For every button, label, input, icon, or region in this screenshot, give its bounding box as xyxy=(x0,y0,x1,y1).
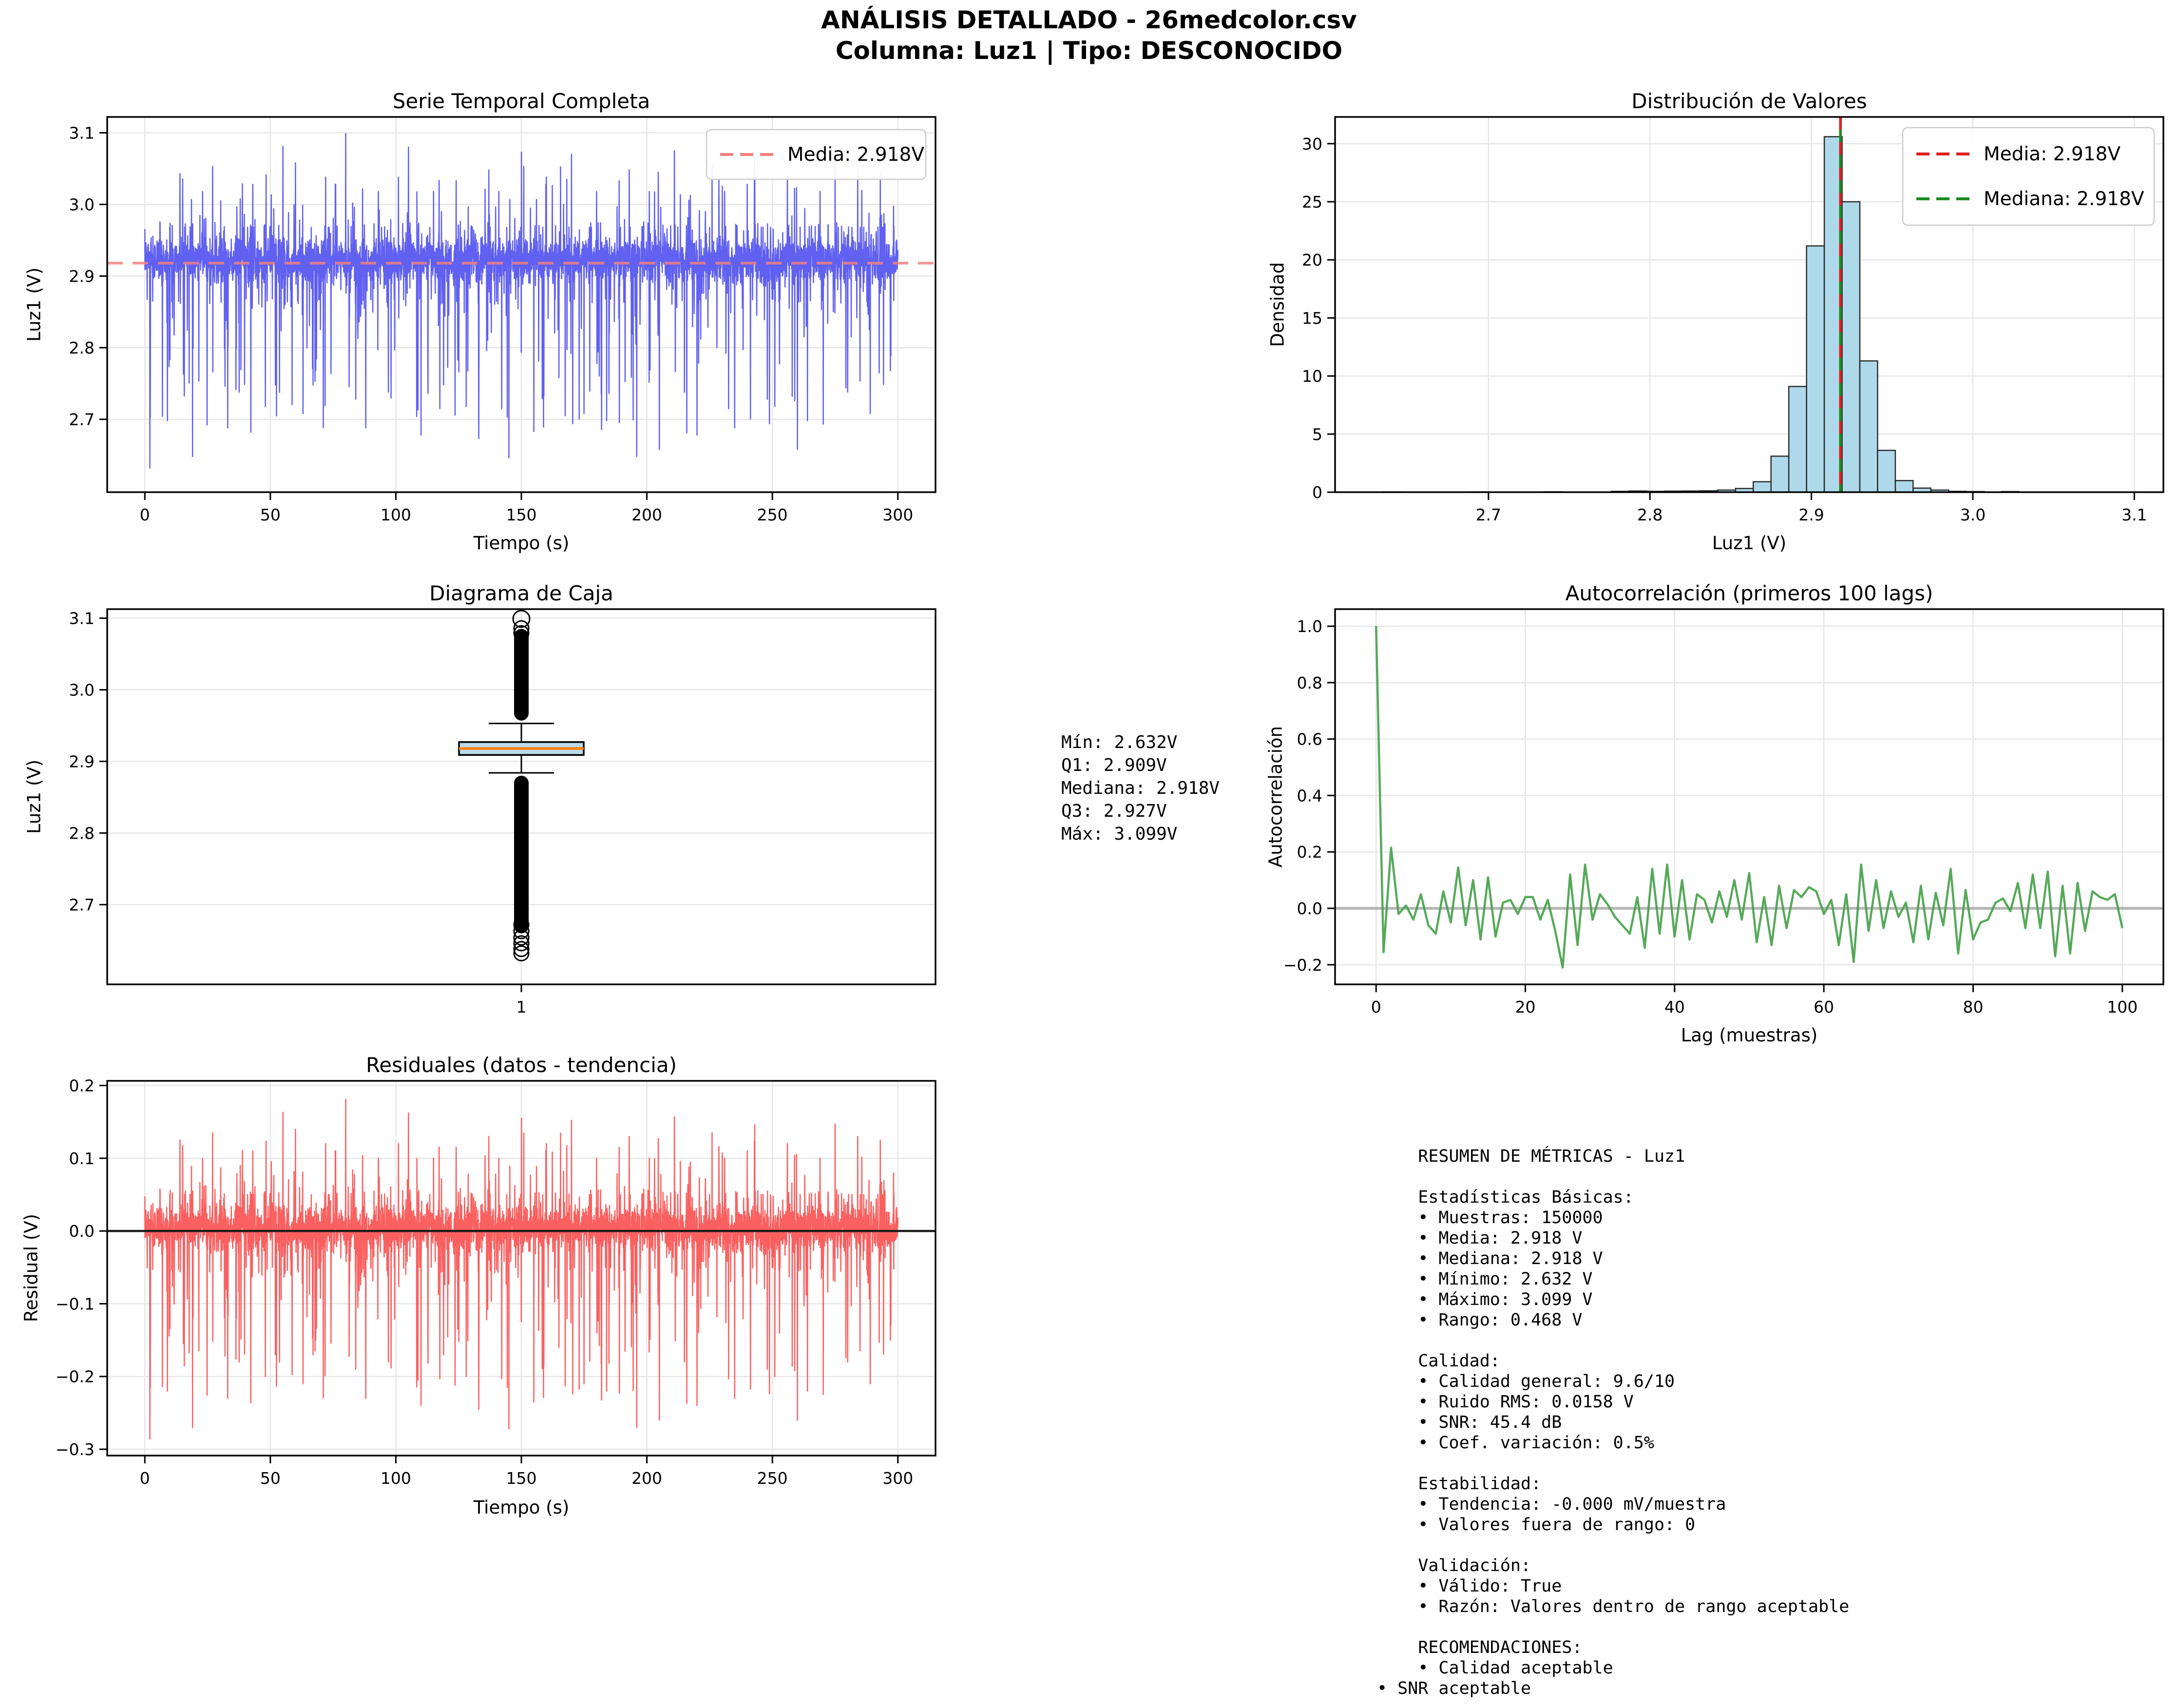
timeseries-title: Serie Temporal Completa xyxy=(392,89,650,113)
svg-text:3.0: 3.0 xyxy=(69,680,95,699)
svg-text:−0.2: −0.2 xyxy=(56,1367,95,1386)
autocorr-title: Autocorrelación (primeros 100 lags) xyxy=(1565,581,1933,605)
svg-text:3.1: 3.1 xyxy=(2121,505,2147,524)
svg-text:1.0: 1.0 xyxy=(1297,617,1322,636)
boxplot-yaxis-label: Luz1 (V) xyxy=(23,759,45,834)
svg-text:3.0: 3.0 xyxy=(69,195,95,214)
svg-text:2.9: 2.9 xyxy=(69,267,95,286)
svg-text:150: 150 xyxy=(506,1469,537,1488)
boxplot-title: Diagrama de Caja xyxy=(429,581,613,605)
svg-text:Mediana: 2.918V: Mediana: 2.918V xyxy=(1984,188,2144,210)
svg-text:3.1: 3.1 xyxy=(69,609,95,628)
svg-text:0.6: 0.6 xyxy=(1297,730,1322,749)
svg-text:100: 100 xyxy=(381,505,411,524)
svg-text:0: 0 xyxy=(1371,998,1381,1017)
svg-text:10: 10 xyxy=(1302,367,1322,386)
svg-text:2.8: 2.8 xyxy=(1637,505,1662,524)
svg-text:2.8: 2.8 xyxy=(69,824,95,843)
svg-text:1: 1 xyxy=(516,998,527,1017)
svg-text:0.2: 0.2 xyxy=(1297,843,1322,862)
svg-text:0: 0 xyxy=(1312,483,1322,502)
svg-text:100: 100 xyxy=(2107,998,2138,1017)
svg-text:250: 250 xyxy=(757,1469,788,1488)
svg-text:2.9: 2.9 xyxy=(1798,505,1824,524)
svg-text:0.2: 0.2 xyxy=(69,1076,95,1095)
svg-text:2.7: 2.7 xyxy=(69,895,95,914)
svg-text:30: 30 xyxy=(1302,134,1322,154)
svg-text:0: 0 xyxy=(140,1469,150,1488)
svg-text:2.8: 2.8 xyxy=(69,338,95,357)
boxplot-stats-annotation: Mín: 2.632V Q1: 2.909V Mediana: 2.918V Q… xyxy=(1061,732,1220,844)
svg-text:100: 100 xyxy=(381,1469,411,1488)
svg-text:40: 40 xyxy=(1664,998,1685,1017)
svg-text:20: 20 xyxy=(1515,998,1536,1017)
timeseries-yaxis-label: Luz1 (V) xyxy=(23,267,45,342)
svg-text:Media: 2.918V: Media: 2.918V xyxy=(787,144,924,166)
histogram-title: Distribución de Valores xyxy=(1631,89,1867,113)
svg-text:3.0: 3.0 xyxy=(1960,505,1986,524)
svg-text:80: 80 xyxy=(1963,998,1983,1017)
svg-text:300: 300 xyxy=(882,505,913,524)
timeseries-xaxis-label: Tiempo (s) xyxy=(473,533,570,554)
svg-text:60: 60 xyxy=(1814,998,1834,1017)
svg-text:0: 0 xyxy=(140,505,150,524)
svg-text:150: 150 xyxy=(506,505,537,524)
svg-text:200: 200 xyxy=(631,1469,662,1488)
residuals-title: Residuales (datos - tendencia) xyxy=(365,1053,677,1077)
plots-canvas: 0 50 100 150 200 250 3002.72.82.93.03.1Media: … xyxy=(56,116,2164,1488)
svg-text:Media: 2.918V: Media: 2.918V xyxy=(1984,143,2121,165)
svg-text:25: 25 xyxy=(1302,192,1322,211)
svg-text:−0.1: −0.1 xyxy=(56,1294,95,1313)
autocorr-yaxis-label: Autocorrelación xyxy=(1265,726,1286,868)
svg-text:0.4: 0.4 xyxy=(1297,786,1322,805)
svg-text:−0.2: −0.2 xyxy=(1283,956,1322,975)
svg-text:2.7: 2.7 xyxy=(69,410,95,429)
svg-text:0.1: 0.1 xyxy=(69,1149,95,1168)
svg-text:−0.3: −0.3 xyxy=(56,1440,95,1459)
residuals-yaxis-label: Residual (V) xyxy=(20,1213,42,1323)
svg-text:15: 15 xyxy=(1302,308,1322,327)
svg-text:2.9: 2.9 xyxy=(69,752,95,771)
metrics-summary-text: RESUMEN DE MÉTRICAS - Luz1 Estadísticas … xyxy=(1377,1147,1850,1698)
svg-text:250: 250 xyxy=(757,505,788,524)
svg-text:300: 300 xyxy=(882,1469,913,1488)
svg-text:3.1: 3.1 xyxy=(69,123,95,142)
autocorr-xaxis-label: Lag (muestras) xyxy=(1681,1025,1818,1046)
svg-text:0.0: 0.0 xyxy=(69,1222,95,1241)
svg-text:0.8: 0.8 xyxy=(1297,673,1322,692)
svg-text:0.0: 0.0 xyxy=(1297,899,1322,918)
histogram-yaxis-label: Densidad xyxy=(1267,262,1288,347)
svg-text:5: 5 xyxy=(1312,425,1322,444)
svg-text:50: 50 xyxy=(260,1469,281,1488)
svg-text:20: 20 xyxy=(1302,250,1322,269)
histogram-xaxis-label: Luz1 (V) xyxy=(1712,533,1787,554)
svg-text:200: 200 xyxy=(631,505,662,524)
residuals-xaxis-label: Tiempo (s) xyxy=(473,1497,570,1518)
svg-text:50: 50 xyxy=(260,505,281,524)
svg-text:2.7: 2.7 xyxy=(1476,505,1501,524)
